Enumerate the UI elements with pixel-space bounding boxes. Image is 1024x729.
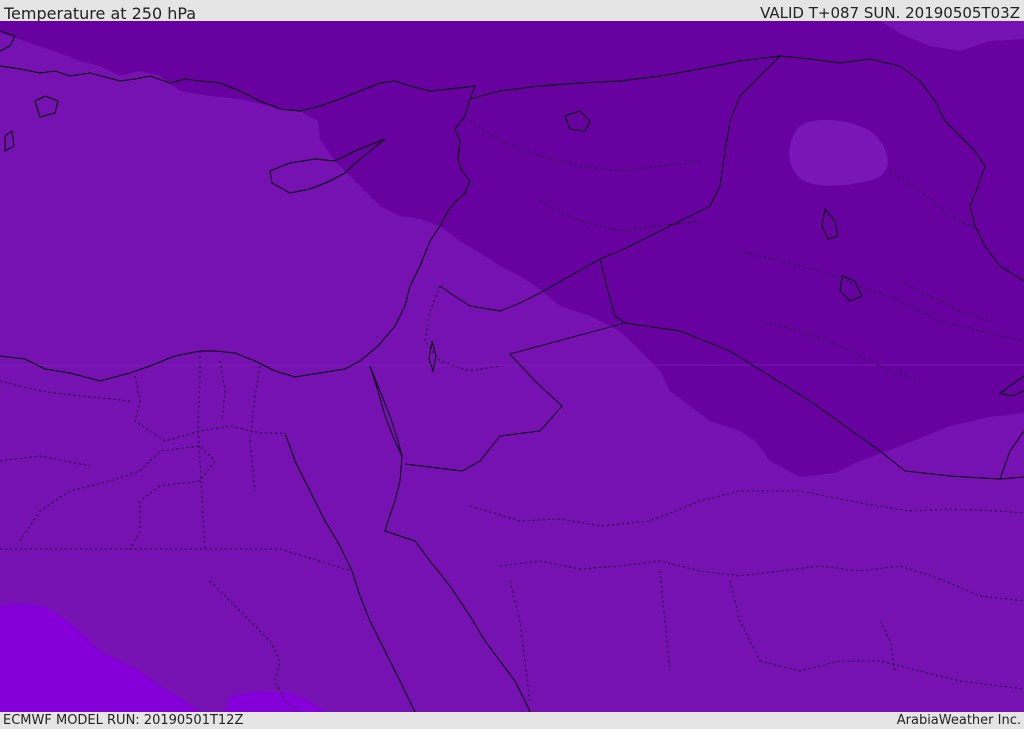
weather-map-app: Temperature at 250 hPa VALID T+087 SUN. … xyxy=(0,0,1024,729)
header-bar: Temperature at 250 hPa VALID T+087 SUN. … xyxy=(0,0,1024,23)
footer-bar: ECMWF MODEL RUN: 20190501T12Z ArabiaWeat… xyxy=(0,712,1024,729)
model-run-label: ECMWF MODEL RUN: 20190501T12Z xyxy=(3,713,244,728)
credit-label: ArabiaWeather Inc. xyxy=(896,713,1021,728)
temperature-map[interactable] xyxy=(0,21,1024,712)
